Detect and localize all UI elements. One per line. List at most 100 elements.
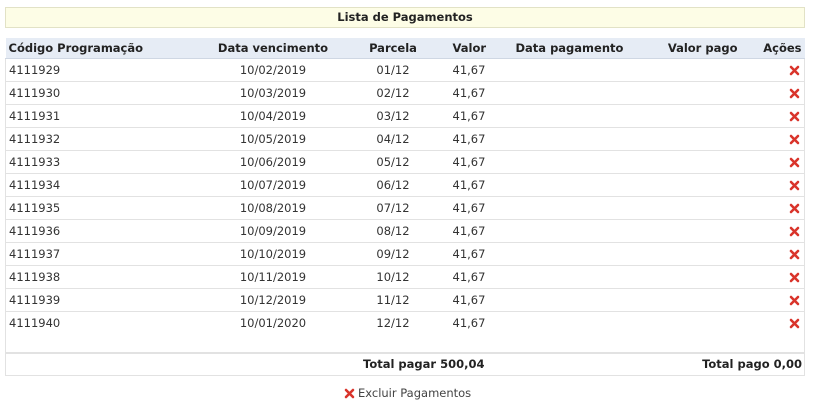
delete-row-button[interactable]	[789, 203, 800, 214]
column-header-parcela[interactable]: Parcela	[355, 38, 431, 59]
table-header-row: Código Programação Data vencimento Parce…	[5, 38, 805, 59]
cell-vencimento: 10/08/2019	[190, 196, 356, 220]
cell-codigo: 4111929	[5, 58, 191, 82]
delete-row-button[interactable]	[789, 134, 800, 145]
cell-valor: 41,67	[430, 288, 496, 312]
cell-valor-pago	[645, 265, 738, 289]
cell-vencimento: 10/01/2020	[190, 311, 356, 335]
cell-vencimento: 10/03/2019	[190, 81, 356, 105]
cell-vencimento: 10/12/2019	[190, 288, 356, 312]
cell-data-pagamento	[495, 219, 646, 243]
delete-row-button[interactable]	[789, 111, 800, 122]
table-empty-row	[5, 334, 805, 353]
delete-x-icon	[789, 295, 800, 306]
delete-x-icon	[789, 180, 800, 191]
delete-x-icon	[789, 111, 800, 122]
column-header-codigo[interactable]: Código Programação	[5, 38, 191, 59]
cell-codigo: 4111932	[5, 127, 191, 151]
cell-data-pagamento	[495, 196, 646, 220]
table-row: 4111934 10/07/2019 06/12 41,67	[5, 173, 805, 197]
cell-valor: 41,67	[430, 242, 496, 266]
delete-x-icon	[789, 157, 800, 168]
delete-row-button[interactable]	[789, 249, 800, 260]
cell-vencimento: 10/07/2019	[190, 173, 356, 197]
cell-acoes	[737, 265, 805, 289]
table-row: 4111936 10/09/2019 08/12 41,67	[5, 219, 805, 243]
cell-data-pagamento	[495, 288, 646, 312]
delete-x-icon	[789, 203, 800, 214]
column-header-valor-pago[interactable]: Valor pago	[645, 38, 738, 59]
delete-x-icon	[789, 249, 800, 260]
cell-valor-pago	[645, 104, 738, 128]
delete-row-button[interactable]	[789, 157, 800, 168]
cell-valor-pago	[645, 81, 738, 105]
cell-valor-pago	[645, 288, 738, 312]
table-row: 4111939 10/12/2019 11/12 41,67	[5, 288, 805, 312]
total-pagar: Total pagar 500,04	[363, 357, 485, 371]
cell-valor: 41,67	[430, 127, 496, 151]
cell-vencimento: 10/05/2019	[190, 127, 356, 151]
cell-valor-pago	[645, 311, 738, 335]
cell-parcela: 04/12	[355, 127, 431, 151]
delete-x-icon	[789, 65, 800, 76]
delete-x-icon	[344, 388, 355, 398]
delete-row-button[interactable]	[789, 272, 800, 283]
cell-acoes	[737, 288, 805, 312]
cell-data-pagamento	[495, 81, 646, 105]
excluir-pagamentos-link[interactable]: Excluir Pagamentos	[344, 386, 471, 400]
delete-x-icon	[789, 226, 800, 237]
cell-parcela: 11/12	[355, 288, 431, 312]
delete-row-button[interactable]	[789, 65, 800, 76]
delete-row-button[interactable]	[789, 226, 800, 237]
cell-vencimento: 10/02/2019	[190, 58, 356, 82]
cell-codigo: 4111930	[5, 81, 191, 105]
column-header-vencimento[interactable]: Data vencimento	[190, 38, 356, 59]
cell-codigo: 4111935	[5, 196, 191, 220]
cell-valor: 41,67	[430, 58, 496, 82]
cell-data-pagamento	[495, 104, 646, 128]
delete-row-button[interactable]	[789, 88, 800, 99]
cell-vencimento: 10/10/2019	[190, 242, 356, 266]
cell-valor: 41,67	[430, 173, 496, 197]
cell-parcela: 02/12	[355, 81, 431, 105]
table-row: 4111932 10/05/2019 04/12 41,67	[5, 127, 805, 151]
cell-vencimento: 10/11/2019	[190, 265, 356, 289]
table-row: 4111931 10/04/2019 03/12 41,67	[5, 104, 805, 128]
cell-codigo: 4111936	[5, 219, 191, 243]
delete-row-button[interactable]	[789, 180, 800, 191]
cell-data-pagamento	[495, 127, 646, 151]
cell-parcela: 06/12	[355, 173, 431, 197]
cell-acoes	[737, 104, 805, 128]
table-row: 4111938 10/11/2019 10/12 41,67	[5, 265, 805, 289]
cell-valor: 41,67	[430, 196, 496, 220]
total-pago: Total pago 0,00	[702, 357, 802, 371]
cell-valor-pago	[645, 127, 738, 151]
cell-valor-pago	[645, 219, 738, 243]
cell-valor-pago	[645, 58, 738, 82]
table-row: 4111930 10/03/2019 02/12 41,67	[5, 81, 805, 105]
cell-parcela: 01/12	[355, 58, 431, 82]
cell-vencimento: 10/09/2019	[190, 219, 356, 243]
cell-acoes	[737, 242, 805, 266]
delete-row-button[interactable]	[789, 295, 800, 306]
column-header-valor[interactable]: Valor	[430, 38, 496, 59]
cell-valor: 41,67	[430, 104, 496, 128]
cell-codigo: 4111938	[5, 265, 191, 289]
cell-parcela: 09/12	[355, 242, 431, 266]
column-header-data-pagamento[interactable]: Data pagamento	[495, 38, 646, 59]
cell-parcela: 12/12	[355, 311, 431, 335]
cell-data-pagamento	[495, 150, 646, 174]
excluir-pagamentos-label: Excluir Pagamentos	[358, 386, 472, 400]
cell-acoes	[737, 58, 805, 82]
column-header-acoes: Ações	[737, 38, 805, 59]
delete-row-button[interactable]	[789, 318, 800, 329]
cell-data-pagamento	[495, 58, 646, 82]
cell-acoes	[737, 219, 805, 243]
cell-parcela: 07/12	[355, 196, 431, 220]
table-body: 4111929 10/02/2019 01/12 41,67 4111930 10/03/…	[5, 58, 805, 335]
cell-codigo: 4111934	[5, 173, 191, 197]
table-row: 4111940 10/01/2020 12/12 41,67	[5, 311, 805, 335]
cell-acoes	[737, 81, 805, 105]
cell-valor-pago	[645, 173, 738, 197]
cell-valor-pago	[645, 150, 738, 174]
